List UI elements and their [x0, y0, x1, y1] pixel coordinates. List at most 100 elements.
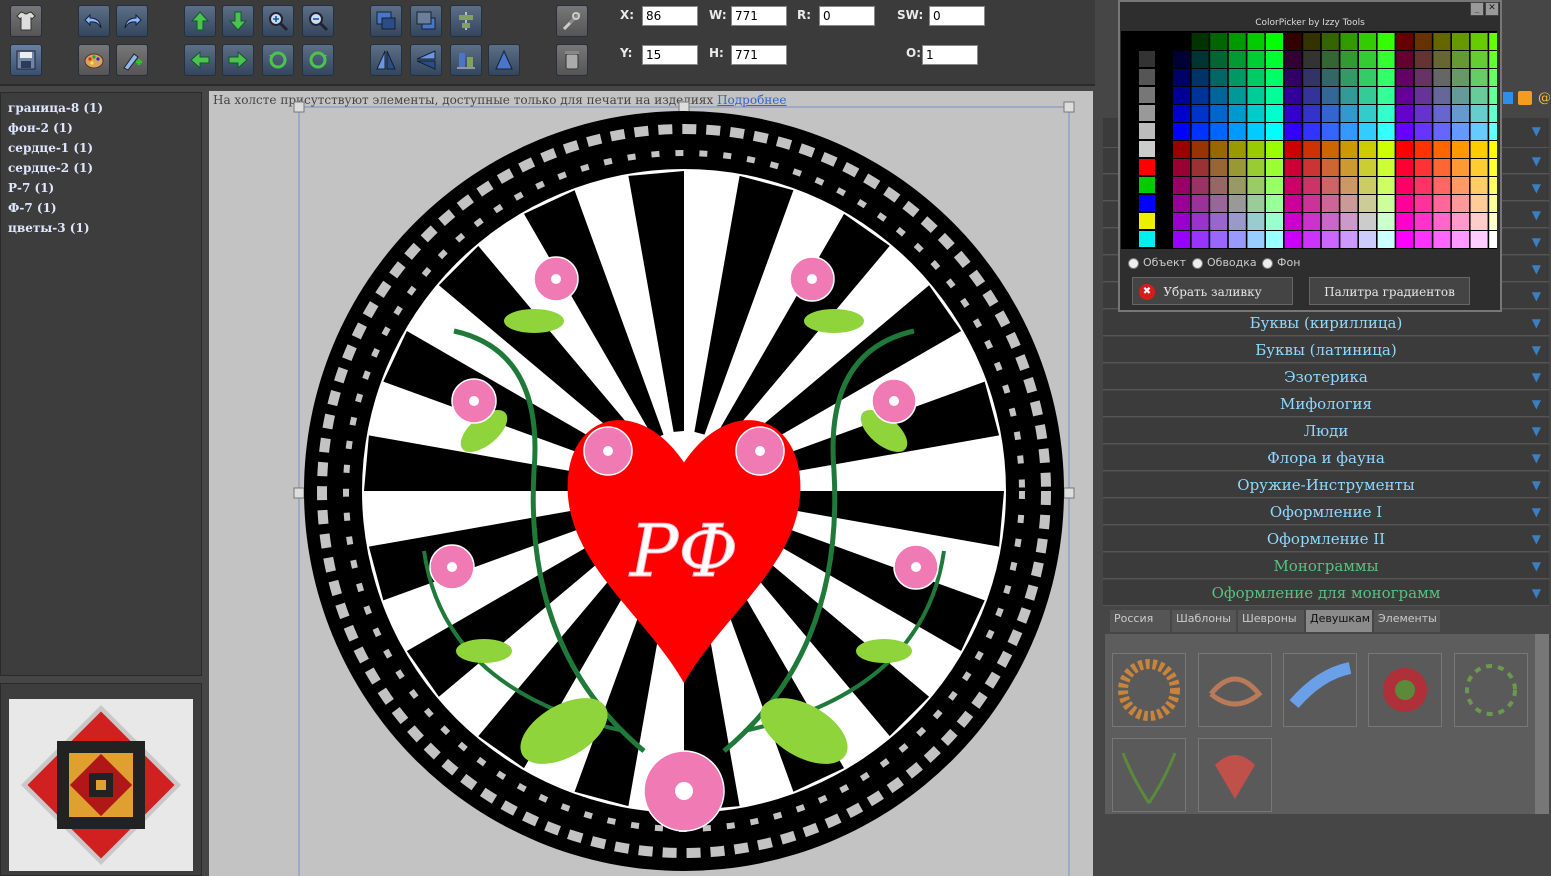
palette-swatch[interactable]: [1173, 195, 1190, 212]
palette-swatch[interactable]: [1284, 69, 1302, 86]
palette-swatch[interactable]: [1191, 69, 1209, 86]
opacity-field[interactable]: [922, 45, 978, 65]
move-up-icon[interactable]: [184, 5, 216, 37]
palette-swatch[interactable]: [1284, 51, 1302, 68]
palette-swatch[interactable]: [1470, 195, 1488, 212]
palette-swatch[interactable]: [1139, 231, 1155, 247]
palette-swatch[interactable]: [1266, 87, 1283, 104]
palette-swatch[interactable]: [1359, 33, 1376, 50]
palette-swatch[interactable]: [1284, 177, 1302, 194]
palette-swatch[interactable]: [1139, 123, 1155, 139]
palette-swatch[interactable]: [1173, 105, 1190, 122]
palette-swatch[interactable]: [1173, 69, 1190, 86]
palette-swatch[interactable]: [1452, 87, 1469, 104]
palette-swatch[interactable]: [1433, 231, 1451, 248]
palette-swatch[interactable]: [1414, 159, 1432, 176]
palette-swatch[interactable]: [1173, 213, 1190, 230]
palette-swatch[interactable]: [1470, 231, 1488, 248]
palette-swatch[interactable]: [1247, 159, 1265, 176]
palette-swatch[interactable]: [1321, 213, 1339, 230]
palette-swatch[interactable]: [1247, 213, 1265, 230]
gradient-palette-button[interactable]: Палитра градиентов: [1309, 277, 1470, 305]
palette-swatch[interactable]: [1303, 51, 1321, 68]
palette-swatch[interactable]: [1433, 105, 1451, 122]
palette-swatch[interactable]: [1470, 51, 1488, 68]
palette-swatch[interactable]: [1470, 159, 1488, 176]
tab-templates[interactable]: Шаблоны: [1172, 610, 1236, 632]
palette-swatch[interactable]: [1377, 33, 1395, 50]
palette-swatch[interactable]: [1433, 177, 1451, 194]
palette-swatch[interactable]: [1266, 69, 1283, 86]
height-field[interactable]: [731, 45, 787, 65]
palette-swatch[interactable]: [1266, 231, 1283, 248]
rotate-left-icon[interactable]: [262, 44, 294, 76]
palette-swatch[interactable]: [1433, 195, 1451, 212]
palette-swatch[interactable]: [1433, 159, 1451, 176]
palette-swatch[interactable]: [1191, 141, 1209, 158]
palette-swatch[interactable]: [1210, 105, 1228, 122]
palette-swatch[interactable]: [1247, 87, 1265, 104]
save-icon[interactable]: [10, 44, 42, 76]
zoom-in-icon[interactable]: [262, 5, 294, 37]
palette-swatch[interactable]: [1210, 69, 1228, 86]
palette-swatch[interactable]: [1359, 69, 1376, 86]
category-row[interactable]: Мифология ▼: [1103, 391, 1549, 417]
move-left-icon[interactable]: [184, 44, 216, 76]
palette-swatch[interactable]: [1470, 33, 1488, 50]
palette-swatch[interactable]: [1340, 159, 1358, 176]
palette-swatch[interactable]: [1139, 105, 1155, 121]
stroke-width-field[interactable]: [929, 6, 985, 26]
palette-swatch[interactable]: [1173, 177, 1190, 194]
palette-swatch[interactable]: [1247, 69, 1265, 86]
palette-swatch[interactable]: [1210, 213, 1228, 230]
palette-swatch[interactable]: [1210, 177, 1228, 194]
palette-swatch[interactable]: [1303, 231, 1321, 248]
palette-swatch[interactable]: [1414, 51, 1432, 68]
palette-swatch[interactable]: [1191, 105, 1209, 122]
palette-swatch[interactable]: [1489, 159, 1507, 176]
palette-swatch[interactable]: [1247, 123, 1265, 140]
distribute-icon[interactable]: [488, 44, 520, 76]
palette-swatch[interactable]: [1321, 87, 1339, 104]
palette-swatch[interactable]: [1489, 141, 1507, 158]
rotate-right-icon[interactable]: [302, 44, 334, 76]
palette-swatch[interactable]: [1321, 231, 1339, 248]
palette-swatch[interactable]: [1247, 51, 1265, 68]
palette-swatch[interactable]: [1303, 33, 1321, 50]
palette-swatch[interactable]: [1266, 195, 1283, 212]
palette-swatch[interactable]: [1396, 33, 1414, 50]
palette-swatch[interactable]: [1139, 159, 1155, 175]
palette-swatch[interactable]: [1452, 123, 1469, 140]
palette-swatch[interactable]: [1433, 213, 1451, 230]
palette-swatch[interactable]: [1359, 141, 1376, 158]
palette-swatch[interactable]: [1489, 105, 1507, 122]
palette-swatch[interactable]: [1191, 33, 1209, 50]
zoom-out-icon[interactable]: [302, 5, 334, 37]
palette-swatch[interactable]: [1266, 123, 1283, 140]
category-row[interactable]: Оружие-Инструменты ▼: [1103, 472, 1549, 498]
palette-swatch[interactable]: [1210, 159, 1228, 176]
palette-swatch[interactable]: [1470, 141, 1488, 158]
thumbnail-item[interactable]: [1112, 738, 1186, 812]
palette-swatch[interactable]: [1228, 123, 1246, 140]
palette-swatch[interactable]: [1452, 141, 1469, 158]
palette-swatch[interactable]: [1191, 213, 1209, 230]
category-row[interactable]: Буквы (кириллица) ▼: [1103, 310, 1549, 336]
palette-swatch[interactable]: [1284, 231, 1302, 248]
palette-swatch[interactable]: [1210, 141, 1228, 158]
palette-swatch[interactable]: [1340, 177, 1358, 194]
palette-swatch[interactable]: [1247, 177, 1265, 194]
palette-swatch[interactable]: [1359, 123, 1376, 140]
tshirt-icon[interactable]: [10, 5, 42, 37]
palette-swatch[interactable]: [1396, 159, 1414, 176]
palette-swatch[interactable]: [1321, 195, 1339, 212]
palette-swatch[interactable]: [1173, 141, 1190, 158]
bring-front-icon[interactable]: [370, 5, 402, 37]
palette-swatch[interactable]: [1228, 159, 1246, 176]
palette-swatch[interactable]: [1191, 195, 1209, 212]
palette-swatch[interactable]: [1303, 159, 1321, 176]
palette-swatch[interactable]: [1266, 105, 1283, 122]
palette-swatch[interactable]: [1452, 231, 1469, 248]
palette-swatch[interactable]: [1414, 87, 1432, 104]
category-row[interactable]: Монограммы ▼: [1103, 553, 1549, 579]
